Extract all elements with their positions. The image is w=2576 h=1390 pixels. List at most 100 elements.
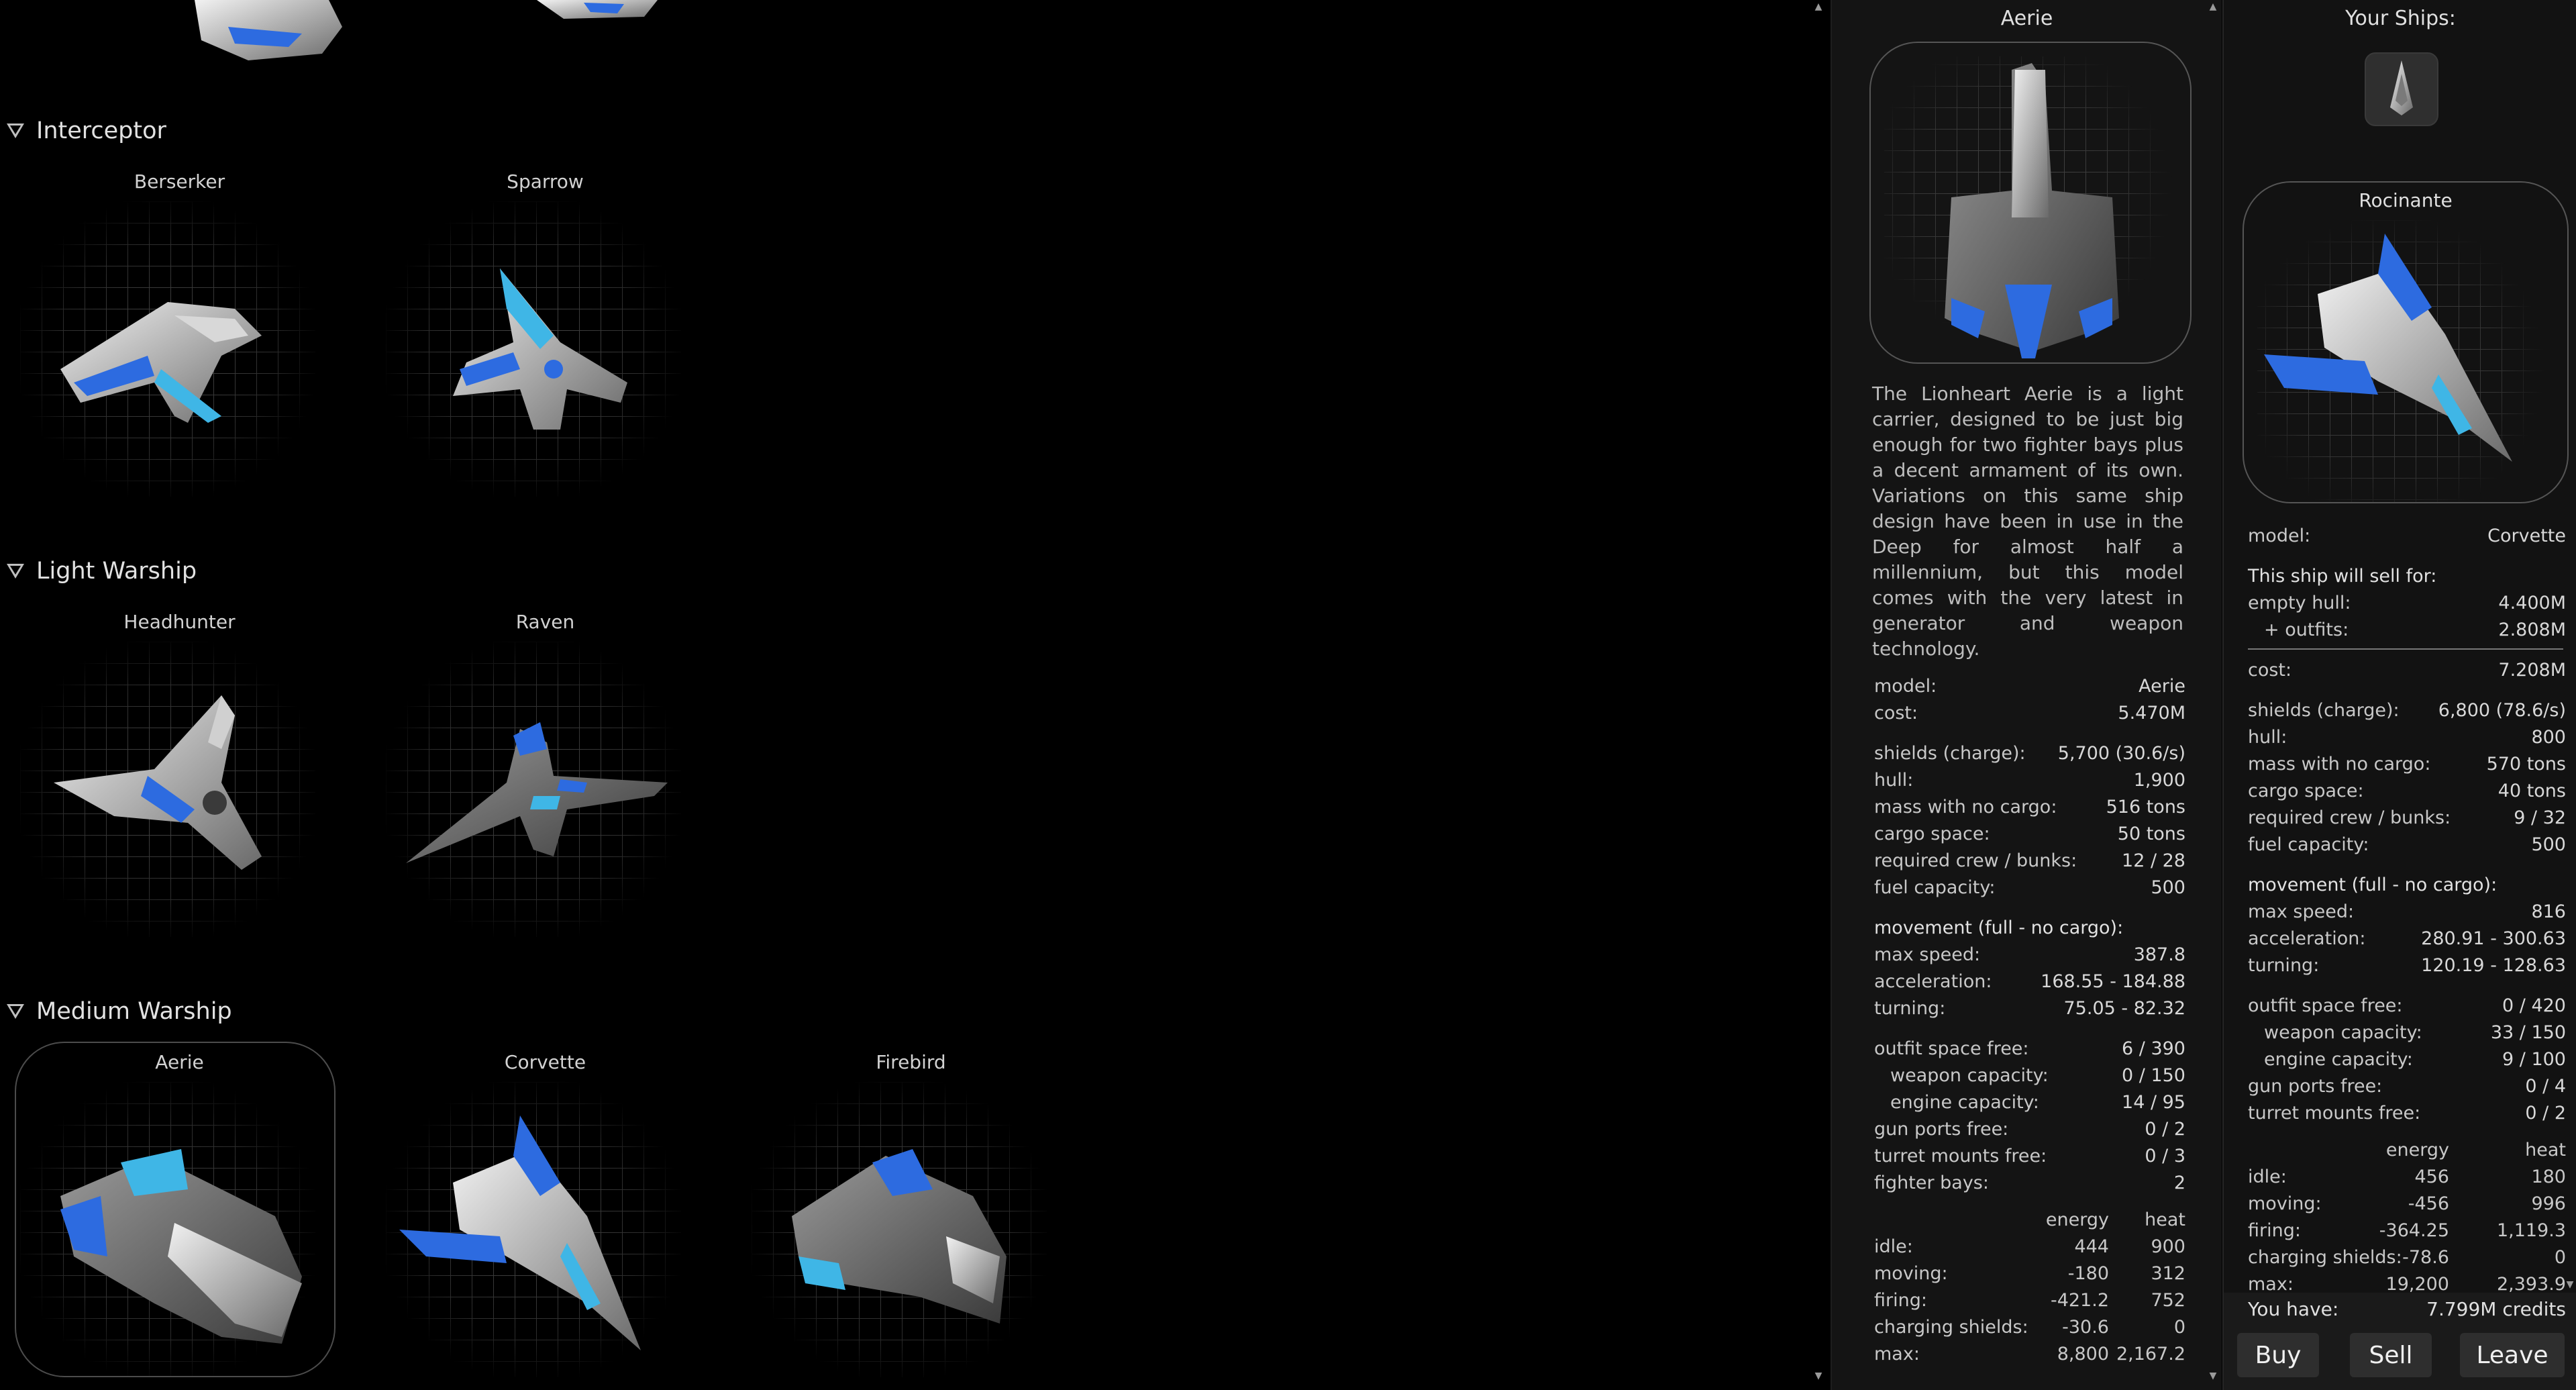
stat-row: hull: 800: [2248, 724, 2566, 750]
stat-value: 9 / 32: [2514, 807, 2566, 828]
stat-value: 14 / 95: [2122, 1091, 2185, 1113]
thermal-heat: 0: [2173, 1317, 2185, 1338]
player-model-row: model: Corvette: [2248, 525, 2566, 546]
thermal-label: idle:: [2248, 1166, 2287, 1187]
info-scroll-up-arrow[interactable]: ▲: [2206, 0, 2220, 13]
ship-tile-firebird[interactable]: Firebird: [731, 1042, 1060, 1377]
stat-label: engine capacity:: [2264, 1048, 2413, 1070]
ship-tile-headhunter[interactable]: Headhunter: [0, 601, 329, 937]
buy-button[interactable]: Buy: [2237, 1333, 2319, 1377]
stat-row: engine capacity: 9 / 100: [2248, 1046, 2566, 1073]
stat-row: fuel capacity: 500: [2248, 831, 2566, 858]
headhunter-sprite: [20, 642, 315, 937]
stat-value: 2: [2173, 1172, 2185, 1193]
ship-tile-sparrow[interactable]: Sparrow: [366, 161, 694, 497]
sell-heading: This ship will sell for:: [2248, 565, 2437, 587]
stat-row: turning: 75.05 - 82.32: [1874, 995, 2185, 1022]
ship-icon: [2390, 60, 2413, 115]
thermal-heat: 180: [2531, 1166, 2566, 1187]
stat-row: outfit space free: 6 / 390: [1874, 1035, 2185, 1062]
stat-label: model:: [1874, 675, 1937, 697]
player-ship-icon-button[interactable]: [2365, 52, 2438, 126]
thermal-column-header: energy: [2385, 1140, 2449, 1160]
thermal-row: moving: -456 996: [2248, 1193, 2570, 1220]
thermal-row: charging shields: -78.6 0: [2248, 1247, 2570, 1274]
stat-row: weapon capacity: 33 / 150: [2248, 1019, 2566, 1046]
thermal-row: firing: -421.2 752: [1874, 1290, 2196, 1317]
thermal-row: charging shields: -30.6 0: [1874, 1317, 2196, 1344]
stat-row: turning: 120.19 - 128.63: [2248, 952, 2566, 979]
stat-value: 1,900: [2133, 769, 2185, 791]
ship-description: The Lionheart Aerie is a light carrier, …: [1872, 383, 2183, 660]
ship-tile-berserker[interactable]: Berserker: [0, 161, 329, 497]
ship-sprite-partial[interactable]: [168, 0, 369, 64]
stat-row: acceleration: 168.55 - 184.88: [1874, 968, 2185, 995]
stat-label: cargo space:: [2248, 780, 2364, 801]
thermal-header: energy heat: [1874, 1209, 2196, 1236]
stat-row: required crew / bunks: 12 / 28: [1874, 847, 2185, 874]
stat-row: max speed: 387.8: [1874, 941, 2185, 968]
player-ships-panel: Your Ships: Rocinante You have: 7.799M c…: [2222, 0, 2576, 1390]
stat-row: turret mounts free: 0 / 2: [2248, 1099, 2566, 1126]
thermal-heat: 2,393.9: [2496, 1274, 2566, 1295]
stat-value: 0 / 2: [2145, 1118, 2185, 1140]
stat-value: 12 / 28: [2122, 850, 2185, 871]
stat-label: movement (full - no cargo):: [1874, 917, 2124, 938]
stat-value: 9 / 100: [2502, 1048, 2566, 1070]
ship-sprite-partial[interactable]: [483, 0, 684, 20]
sparrow-sprite: [386, 201, 681, 497]
thermal-label: moving:: [2248, 1193, 2322, 1214]
firebird-sprite: [752, 1082, 1047, 1377]
stat-row: required crew / bunks: 9 / 32: [2248, 804, 2566, 831]
stat-label: turret mounts free:: [1874, 1145, 2047, 1166]
stat-value: 168.55 - 184.88: [2041, 971, 2185, 992]
category-header-interceptor[interactable]: Interceptor: [7, 114, 166, 148]
thermal-column-header: heat: [2145, 1209, 2185, 1230]
sell-button[interactable]: Sell: [2350, 1333, 2432, 1377]
stat-value: 5.470M: [2118, 702, 2185, 724]
stat-label: fuel capacity:: [2248, 834, 2369, 855]
stat-row: turret mounts free: 0 / 3: [1874, 1142, 2185, 1169]
category-header-medium-warship[interactable]: Medium Warship: [7, 995, 232, 1028]
collapse-triangle-icon: [7, 123, 24, 138]
stat-label: required crew / bunks:: [1874, 850, 2077, 871]
stat-value: 0 / 4: [2525, 1075, 2566, 1097]
info-scroll-down-arrow[interactable]: ▼: [2206, 1369, 2220, 1383]
player-ship-name: Rocinante: [2359, 189, 2453, 211]
stat-label: max speed:: [1874, 944, 1981, 965]
thermal-heat: 1,119.3: [2496, 1220, 2566, 1241]
stat-row: cost: 7.208M: [2248, 656, 2566, 683]
stat-label: gun ports free:: [2248, 1075, 2383, 1097]
thermal-label: moving:: [1874, 1263, 1948, 1284]
berserker-sprite: [20, 201, 315, 497]
ship-tile-corvette[interactable]: Corvette: [366, 1042, 694, 1377]
stat-value: Aerie: [2139, 675, 2185, 697]
stat-label: acceleration:: [2248, 928, 2366, 949]
catalog-scroll-up-arrow[interactable]: ▲: [1812, 0, 1825, 13]
stat-value: 7.208M: [2498, 659, 2566, 681]
player-ship-card[interactable]: Rocinante: [2243, 181, 2569, 503]
stat-value: 800: [2531, 726, 2566, 748]
thermal-energy: -456: [2408, 1193, 2449, 1214]
stat-label: turning:: [1874, 997, 1946, 1019]
leave-button[interactable]: Leave: [2460, 1333, 2565, 1377]
stat-row: hull: 1,900: [1874, 766, 2185, 793]
ship-tile-aerie[interactable]: Aerie: [0, 1042, 336, 1377]
ship-tile-raven[interactable]: Raven: [366, 601, 694, 937]
stat-label: + outfits:: [2264, 619, 2349, 640]
thermal-label: idle:: [1874, 1236, 1913, 1257]
stat-label: cost:: [2248, 659, 2292, 681]
stat-label: mass with no cargo:: [1874, 796, 2057, 817]
catalog-scroll-down-arrow[interactable]: ▼: [1812, 1369, 1825, 1383]
aerie-topdown-sprite: [1884, 56, 2179, 358]
stat-row: cost: 5.470M: [1874, 699, 2185, 726]
stat-label: movement (full - no cargo):: [2248, 874, 2497, 895]
thermal-heat: 312: [2151, 1263, 2185, 1284]
raven-sprite: [386, 642, 681, 937]
thermal-label: charging shields:: [1874, 1317, 2028, 1338]
stat-row: fuel capacity: 500: [1874, 874, 2185, 901]
stat-row: engine capacity: 14 / 95: [1874, 1089, 2185, 1115]
stat-label: empty hull:: [2248, 592, 2351, 613]
stat-label: turning:: [2248, 954, 2320, 976]
category-header-light-warship[interactable]: Light Warship: [7, 554, 197, 588]
